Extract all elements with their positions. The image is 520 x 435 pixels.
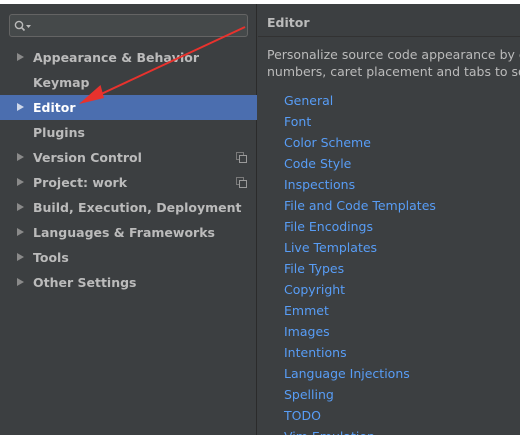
sidebar-item-label: Plugins bbox=[33, 125, 85, 140]
sidebar-item-label: Keymap bbox=[33, 75, 90, 90]
page-title: Editor bbox=[267, 15, 310, 30]
link-general[interactable]: General bbox=[284, 93, 333, 108]
chevron-right-icon[interactable] bbox=[17, 53, 24, 61]
sidebar-item-plugins[interactable]: Plugins bbox=[0, 120, 257, 145]
sidebar-item-label: Languages & Frameworks bbox=[33, 225, 215, 240]
settings-window: Appearance & Behavior Keymap Editor Plugins… bbox=[0, 4, 520, 435]
chevron-right-icon[interactable] bbox=[17, 153, 24, 161]
list-item: Spelling bbox=[284, 384, 436, 405]
chevron-right-icon[interactable] bbox=[17, 278, 24, 286]
sidebar-item-label: Tools bbox=[33, 250, 69, 265]
sidebar-item-version-control[interactable]: Version Control bbox=[0, 145, 257, 170]
sidebar-item-label: Appearance & Behavior bbox=[33, 50, 199, 65]
link-spelling[interactable]: Spelling bbox=[284, 387, 334, 402]
link-file-types[interactable]: File Types bbox=[284, 261, 344, 276]
list-item: File Encodings bbox=[284, 216, 436, 237]
sidebar-item-label: Project: work bbox=[33, 175, 128, 190]
link-code-style[interactable]: Code Style bbox=[284, 156, 351, 171]
list-item: Code Style bbox=[284, 153, 436, 174]
list-item: Color Scheme bbox=[284, 132, 436, 153]
list-item: Images bbox=[284, 321, 436, 342]
sidebar-item-label: Build, Execution, Deployment bbox=[33, 200, 242, 215]
link-live-templates[interactable]: Live Templates bbox=[284, 240, 377, 255]
copy-icon bbox=[236, 177, 247, 188]
sidebar-item-other-settings[interactable]: Other Settings bbox=[0, 270, 257, 295]
list-item: General bbox=[284, 90, 436, 111]
sidebar-item-tools[interactable]: Tools bbox=[0, 245, 257, 270]
link-images[interactable]: Images bbox=[284, 324, 330, 339]
search-field[interactable] bbox=[9, 14, 248, 37]
editor-panel: Editor Personalize source code appearanc… bbox=[258, 4, 520, 435]
chevron-right-icon[interactable] bbox=[17, 228, 24, 236]
link-copyright[interactable]: Copyright bbox=[284, 282, 345, 297]
link-file-and-code-templates[interactable]: File and Code Templates bbox=[284, 198, 436, 213]
list-item: Font bbox=[284, 111, 436, 132]
list-item: Live Templates bbox=[284, 237, 436, 258]
copy-icon bbox=[236, 152, 247, 163]
link-file-encodings[interactable]: File Encodings bbox=[284, 219, 373, 234]
list-item: Emmet bbox=[284, 300, 436, 321]
chevron-right-icon[interactable] bbox=[17, 178, 24, 186]
sidebar-item-label: Version Control bbox=[33, 150, 142, 165]
chevron-right-icon[interactable] bbox=[17, 203, 24, 211]
description-line: numbers, caret placement and tabs to sou… bbox=[267, 64, 520, 79]
link-todo[interactable]: TODO bbox=[284, 408, 321, 423]
sidebar-item-build-execution-deployment[interactable]: Build, Execution, Deployment bbox=[0, 195, 257, 220]
list-item: Intentions bbox=[284, 342, 436, 363]
list-item: Copyright bbox=[284, 279, 436, 300]
link-emmet[interactable]: Emmet bbox=[284, 303, 329, 318]
link-language-injections[interactable]: Language Injections bbox=[284, 366, 410, 381]
sidebar-item-label: Editor bbox=[33, 100, 76, 115]
sidebar-item-editor[interactable]: Editor bbox=[0, 95, 257, 120]
link-intentions[interactable]: Intentions bbox=[284, 345, 347, 360]
list-item: File Types bbox=[284, 258, 436, 279]
sidebar-item-appearance-behavior[interactable]: Appearance & Behavior bbox=[0, 45, 257, 70]
list-item: TODO bbox=[284, 405, 436, 426]
sidebar-item-keymap[interactable]: Keymap bbox=[0, 70, 257, 95]
link-inspections[interactable]: Inspections bbox=[284, 177, 355, 192]
chevron-right-icon[interactable] bbox=[17, 103, 24, 111]
title-divider bbox=[258, 36, 520, 37]
search-icon[interactable] bbox=[14, 20, 32, 32]
link-font[interactable]: Font bbox=[284, 114, 311, 129]
sidebar-item-project-work[interactable]: Project: work bbox=[0, 170, 257, 195]
page-description: Personalize source code appearance by ch… bbox=[267, 46, 520, 80]
link-vim-emulation[interactable]: Vim Emulation bbox=[284, 429, 375, 435]
chevron-right-icon[interactable] bbox=[17, 253, 24, 261]
sidebar-item-label: Other Settings bbox=[33, 275, 137, 290]
description-line: Personalize source code appearance by ch bbox=[267, 47, 520, 62]
list-item: File and Code Templates bbox=[284, 195, 436, 216]
sidebar-item-languages-frameworks[interactable]: Languages & Frameworks bbox=[0, 220, 257, 245]
settings-tree: Appearance & Behavior Keymap Editor Plugins… bbox=[0, 45, 257, 295]
settings-sidebar: Appearance & Behavior Keymap Editor Plugins… bbox=[0, 4, 257, 435]
list-item: Inspections bbox=[284, 174, 436, 195]
list-item: Vim Emulation bbox=[284, 426, 436, 435]
list-item: Language Injections bbox=[284, 363, 436, 384]
editor-subpage-links: General Font Color Scheme Code Style Inspect… bbox=[284, 90, 436, 435]
search-input[interactable] bbox=[36, 18, 247, 33]
link-color-scheme[interactable]: Color Scheme bbox=[284, 135, 371, 150]
